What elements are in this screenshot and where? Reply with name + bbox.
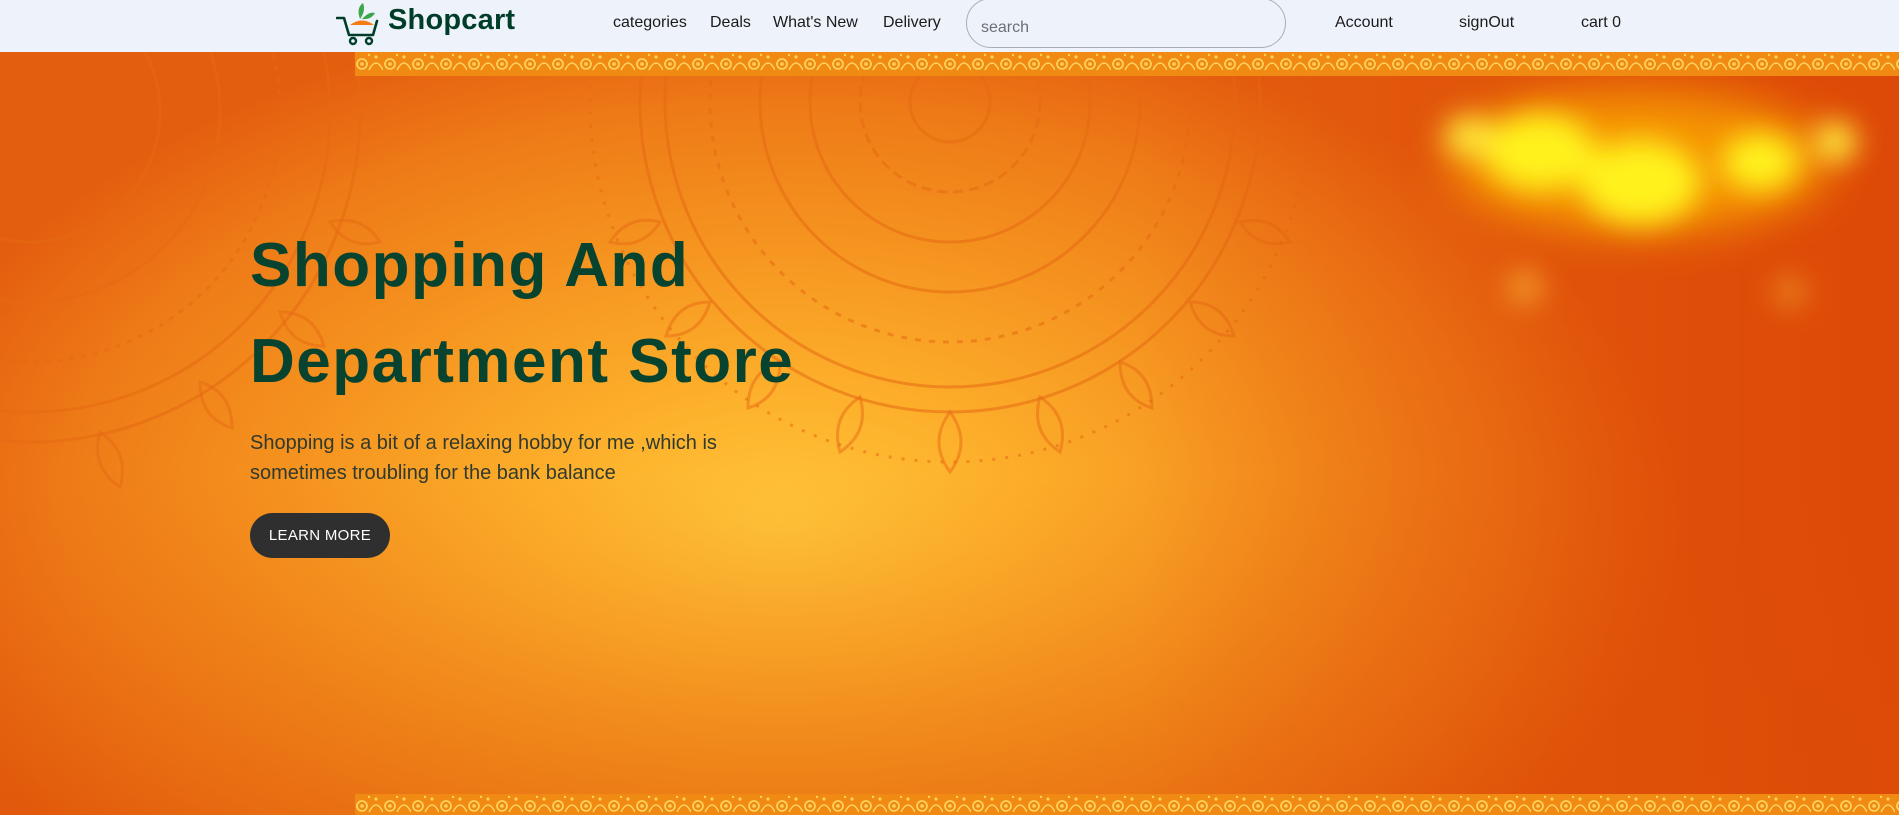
ornamental-border-bottom bbox=[355, 794, 1899, 815]
learn-more-button[interactable]: LEARN MORE bbox=[250, 513, 390, 558]
signout-link[interactable]: signOut bbox=[1459, 14, 1514, 32]
nav-link-categories[interactable]: categories bbox=[613, 14, 687, 32]
brand-name: Shopcart bbox=[388, 3, 516, 36]
hero-title-line-2: Department Store bbox=[250, 327, 795, 396]
hero-banner: Shopping And Department Store Shopping i… bbox=[0, 52, 1899, 815]
nav-link-deals[interactable]: Deals bbox=[710, 14, 751, 32]
search-input[interactable] bbox=[966, 0, 1286, 48]
account-link[interactable]: Account bbox=[1335, 14, 1393, 32]
ornamental-border-top bbox=[355, 52, 1899, 76]
hero-title-line-1: Shopping And bbox=[250, 231, 690, 300]
cart-icon bbox=[336, 3, 379, 46]
hero-description: Shopping is a bit of a relaxing hobby fo… bbox=[250, 428, 810, 488]
hero-title: Shopping And Department Store bbox=[250, 218, 794, 410]
nav-link-delivery[interactable]: Delivery bbox=[883, 14, 941, 32]
brand-logo[interactable]: Shopcart bbox=[336, 0, 515, 48]
cart-link[interactable]: cart 0 bbox=[1581, 14, 1621, 32]
nav-link-whats-new[interactable]: What's New bbox=[773, 14, 858, 32]
hero-description-line-2: sometimes troubling for the bank balance bbox=[250, 462, 616, 484]
top-navbar: Shopcart categories Deals What's New Del… bbox=[0, 0, 1899, 52]
hero-description-line-1: Shopping is a bit of a relaxing hobby fo… bbox=[250, 432, 717, 454]
